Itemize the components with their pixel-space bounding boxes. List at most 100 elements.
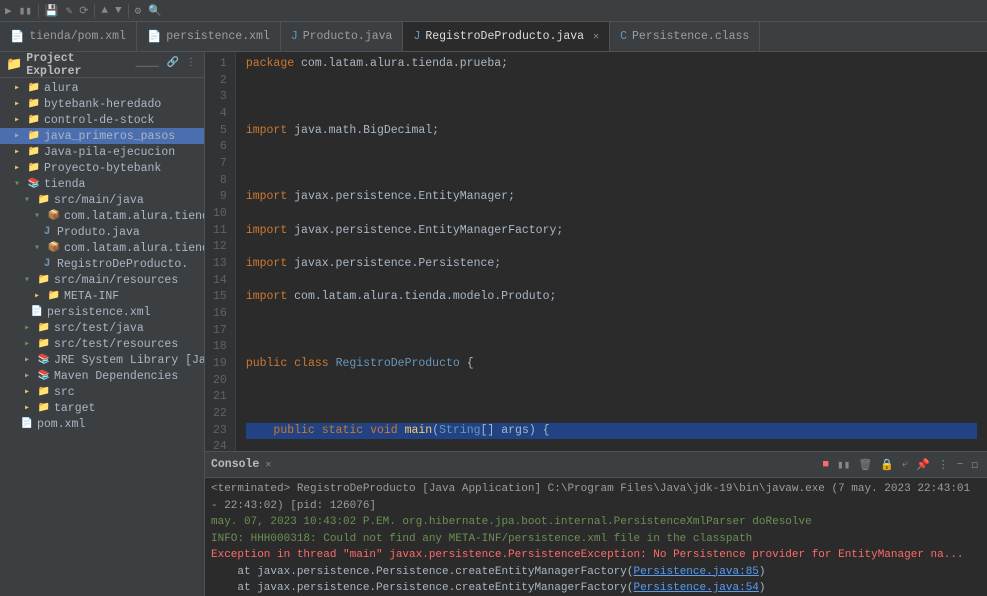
sidebar-item-tienda[interactable]: 📚 tienda <box>0 176 204 192</box>
chevron-right-icon <box>10 129 24 143</box>
java-icon: J <box>291 30 298 43</box>
toolbar-btn-7[interactable]: ▼ <box>112 4 125 18</box>
sidebar-item-src-test-resources[interactable]: 📁 src/test/resources <box>0 336 204 352</box>
console-title: Console <box>211 458 259 471</box>
sidebar-item-src-main-resources[interactable]: 📁 src/main/resources <box>0 272 204 288</box>
toolbar-sep-1 <box>38 4 39 18</box>
toolbar-btn-4[interactable]: ✎ <box>63 3 76 19</box>
code-line-12: public static void main(String[] args) { <box>246 423 977 440</box>
toolbar-btn-2[interactable]: ▮▮ <box>16 3 35 19</box>
sidebar-item-java-primeros[interactable]: 📁 java_primeros_pasos <box>0 128 204 144</box>
folder-icon: 📁 <box>27 145 41 159</box>
java-file-icon: J <box>40 225 54 239</box>
sidebar-title: Project Explorer <box>26 52 129 78</box>
sidebar-item-registro[interactable]: J RegistroDeProducto. <box>0 256 204 272</box>
chevron-down-icon <box>30 241 44 255</box>
sidebar-item-src[interactable]: 📁 src <box>0 384 204 400</box>
code-line-11 <box>246 389 977 406</box>
toolbar-btn-5[interactable]: ⟳ <box>76 3 91 19</box>
console-area: Console ✕ ■ ▮▮ 🗑 🔒 ⤶ 📌 ⋮ − ◻ <terminated… <box>205 451 987 596</box>
project-icon: 📁 <box>6 57 22 72</box>
toolbar-btn-1[interactable]: ▶ <box>2 3 15 19</box>
src-folder-icon: 📁 <box>37 321 51 335</box>
sidebar-item-persistence-xml[interactable]: 📄 persistence.xml <box>0 304 204 320</box>
editor-area: 12345 678910 1112131415 1617181920 21222… <box>205 52 987 596</box>
console-menu-btn[interactable]: ⋮ <box>935 457 952 473</box>
chevron-right-icon <box>20 401 34 415</box>
console-word-wrap-btn[interactable]: ⤶ <box>899 458 911 472</box>
sidebar-menu-btn[interactable]: ⋮ <box>184 56 198 74</box>
tab-registro-java[interactable]: J RegistroDeProducto.java ✕ <box>403 22 610 51</box>
collapse-all-btn[interactable]: ⸻ <box>133 56 162 74</box>
chevron-right-icon <box>20 337 34 351</box>
project-folder-icon: 📚 <box>27 177 41 191</box>
code-editor[interactable]: package com.latam.alura.tienda.prueba; i… <box>236 52 987 451</box>
console-line-3: Exception in thread "main" javax.persist… <box>211 547 981 564</box>
sidebar-item-bytebank[interactable]: 📁 bytebank-heredado <box>0 96 204 112</box>
toolbar-btn-3[interactable]: 💾 <box>42 3 62 19</box>
sidebar-item-src-test-java[interactable]: 📁 src/test/java <box>0 320 204 336</box>
tab-pom-xml[interactable]: 📄 tienda/pom.xml <box>0 22 137 51</box>
line-numbers: 12345 678910 1112131415 1617181920 21222… <box>205 52 236 451</box>
console-line-2: INFO: HHH000318: Could not find any META… <box>211 531 981 548</box>
toolbar-sep-3 <box>128 4 129 18</box>
chevron-down-icon <box>20 273 34 287</box>
console-toolbar: ■ ▮▮ 🗑 🔒 ⤶ 📌 ⋮ − ◻ <box>819 457 981 473</box>
folder-icon: 📁 <box>37 385 51 399</box>
tab-persistence-xml[interactable]: 📄 persistence.xml <box>137 22 281 51</box>
toolbar-btn-9[interactable]: 🔍 <box>145 3 165 19</box>
chevron-down-icon <box>20 193 34 207</box>
tab-close-button[interactable]: ✕ <box>593 31 599 43</box>
console-terminate-btn[interactable]: ▮▮ <box>834 457 853 473</box>
folder-icon: 📁 <box>37 401 51 415</box>
link-editor-btn[interactable]: 🔗 <box>165 56 181 74</box>
sidebar-actions: ⸻ 🔗 ⋮ <box>133 56 198 74</box>
tab-persistence-class[interactable]: C Persistence.class <box>610 22 760 51</box>
code-container[interactable]: 12345 678910 1112131415 1617181920 21222… <box>205 52 987 451</box>
console-scroll-lock-btn[interactable]: 🔒 <box>877 457 897 473</box>
chevron-down-icon <box>10 177 24 191</box>
project-explorer: 📁 Project Explorer ⸻ 🔗 ⋮ 📁 alura 📁 byteb… <box>0 52 205 596</box>
sidebar-item-jre[interactable]: 📚 JRE System Library [JavaSE-... <box>0 352 204 368</box>
code-line-8: import com.latam.alura.tienda.modelo.Pro… <box>246 289 977 306</box>
console-clear-btn[interactable]: 🗑 <box>855 457 875 473</box>
chevron-right-icon <box>10 145 24 159</box>
code-line-7: import javax.persistence.Persistence; <box>246 256 977 273</box>
sidebar-item-com-latam-2[interactable]: 📦 com.latam.alura.tienda. <box>0 240 204 256</box>
folder-icon: 📁 <box>27 113 41 127</box>
sidebar-item-control[interactable]: 📁 control-de-stock <box>0 112 204 128</box>
console-maximize-btn[interactable]: ◻ <box>968 457 981 473</box>
toolbar-btn-6[interactable]: ▲ <box>98 4 111 18</box>
sidebar-item-com-latam-1[interactable]: 📦 com.latam.alura.tienda. <box>0 208 204 224</box>
tab-producto-java[interactable]: J Producto.java <box>281 22 404 51</box>
folder-icon: 📁 <box>27 129 41 143</box>
sidebar-item-meta-inf[interactable]: 📁 META-INF <box>0 288 204 304</box>
src-folder-icon: 📁 <box>37 337 51 351</box>
src-folder-icon: 📁 <box>37 193 51 207</box>
console-minimize-btn[interactable]: − <box>954 458 967 472</box>
sidebar-item-maven[interactable]: 📚 Maven Dependencies <box>0 368 204 384</box>
sidebar-item-java-pila[interactable]: 📁 Java-pila-ejecucion <box>0 144 204 160</box>
console-close-button[interactable]: ✕ <box>265 459 271 471</box>
sidebar-item-pom-xml[interactable]: 📄 pom.xml <box>0 416 204 432</box>
persistence-link-1[interactable]: Persistence.java:85 <box>633 566 758 578</box>
sidebar-item-proyecto-bytebank[interactable]: 📁 Proyecto-bytebank <box>0 160 204 176</box>
code-line-9 <box>246 323 977 340</box>
console-line-1: may. 07, 2023 10:43:02 P.EM. org.hiberna… <box>211 514 981 531</box>
sidebar-item-target[interactable]: 📁 target <box>0 400 204 416</box>
sidebar-item-j-icon[interactable]: J Produto.java <box>0 224 204 240</box>
persistence-link-2[interactable]: Persistence.java:54 <box>633 582 758 594</box>
java-file-icon: J <box>40 257 54 271</box>
toolbar-sep-2 <box>94 4 95 18</box>
toolbar-btn-8[interactable]: ⚙ <box>132 3 145 19</box>
lib-icon: 📚 <box>37 369 51 383</box>
package-icon: 📦 <box>47 209 61 223</box>
console-stop-btn[interactable]: ■ <box>819 458 832 472</box>
sidebar-item-src-main-java[interactable]: 📁 src/main/java <box>0 192 204 208</box>
sidebar-item-alura[interactable]: 📁 alura <box>0 80 204 96</box>
main-area: 📁 Project Explorer ⸻ 🔗 ⋮ 📁 alura 📁 byteb… <box>0 52 987 596</box>
package-icon: 📦 <box>47 241 61 255</box>
folder-icon: 📁 <box>27 161 41 175</box>
code-line-1: package com.latam.alura.tienda.prueba; <box>246 56 977 73</box>
console-pin-btn[interactable]: 📌 <box>913 457 933 473</box>
